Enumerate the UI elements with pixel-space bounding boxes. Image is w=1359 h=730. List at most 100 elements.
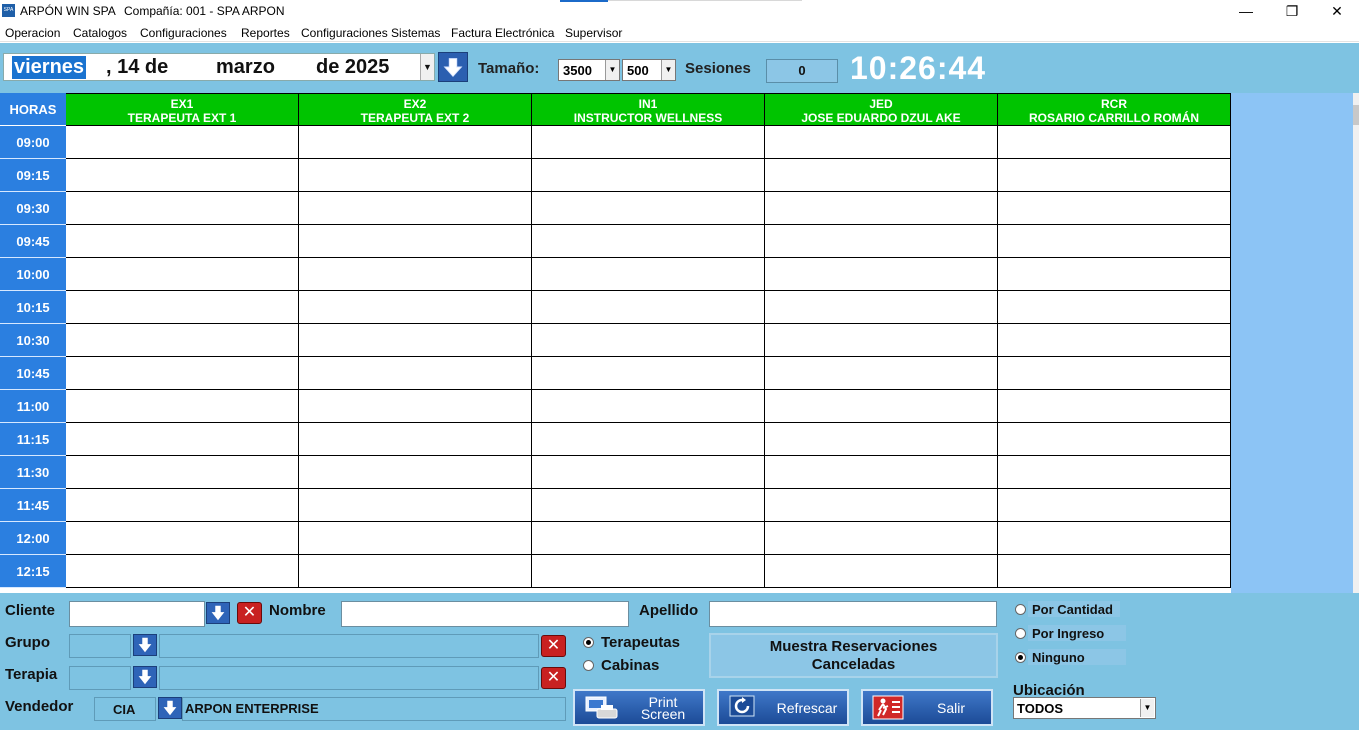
- schedule-slot[interactable]: [66, 159, 299, 192]
- ninguno-radio[interactable]: [1015, 652, 1026, 663]
- column-header[interactable]: EX1 TERAPEUTA EXT 1: [66, 93, 299, 126]
- schedule-slot[interactable]: [765, 258, 998, 291]
- schedule-slot[interactable]: [299, 357, 532, 390]
- schedule-slot[interactable]: [532, 192, 765, 225]
- schedule-slot[interactable]: [532, 489, 765, 522]
- schedule-slot[interactable]: [998, 522, 1231, 555]
- schedule-slot[interactable]: [299, 159, 532, 192]
- schedule-slot[interactable]: [532, 159, 765, 192]
- schedule-slot[interactable]: [998, 126, 1231, 159]
- schedule-slot[interactable]: [532, 390, 765, 423]
- grupo-search-button[interactable]: [133, 634, 157, 656]
- schedule-slot[interactable]: [765, 390, 998, 423]
- column-header[interactable]: EX2 TERAPEUTA EXT 2: [299, 93, 532, 126]
- schedule-slot[interactable]: [765, 291, 998, 324]
- schedule-slot[interactable]: [532, 291, 765, 324]
- date-year[interactable]: de 2025: [316, 56, 389, 79]
- column-header[interactable]: IN1 INSTRUCTOR WELLNESS: [532, 93, 765, 126]
- date-weekday[interactable]: viernes: [12, 56, 87, 79]
- schedule-slot[interactable]: [765, 489, 998, 522]
- schedule-slot[interactable]: [765, 456, 998, 489]
- schedule-slot[interactable]: [765, 555, 998, 588]
- por-ingreso-radio[interactable]: [1015, 628, 1026, 639]
- date-day[interactable]: , 14 de: [106, 56, 168, 79]
- schedule-slot[interactable]: [299, 390, 532, 423]
- cabinas-label[interactable]: Cabinas: [601, 657, 659, 674]
- schedule-slot[interactable]: [765, 192, 998, 225]
- schedule-slot[interactable]: [532, 225, 765, 258]
- salir-button[interactable]: Salir: [861, 689, 993, 726]
- schedule-slot[interactable]: [998, 357, 1231, 390]
- schedule-slot[interactable]: [299, 456, 532, 489]
- schedule-slot[interactable]: [998, 225, 1231, 258]
- date-month[interactable]: marzo: [216, 56, 275, 79]
- menu-supervisor[interactable]: Supervisor: [565, 26, 622, 40]
- chevron-down-icon[interactable]: ▼: [1140, 699, 1154, 717]
- schedule-slot[interactable]: [532, 522, 765, 555]
- schedule-slot[interactable]: [66, 126, 299, 159]
- vertical-scrollbar[interactable]: [1353, 93, 1359, 593]
- schedule-slot[interactable]: [532, 456, 765, 489]
- schedule-slot[interactable]: [532, 324, 765, 357]
- por-ingreso-label[interactable]: Por Ingreso: [1032, 626, 1104, 641]
- schedule-slot[interactable]: [765, 423, 998, 456]
- schedule-slot[interactable]: [299, 324, 532, 357]
- restore-button[interactable]: ❐: [1269, 0, 1315, 22]
- schedule-slot[interactable]: [765, 225, 998, 258]
- schedule-slot[interactable]: [66, 555, 299, 588]
- schedule-slot[interactable]: [66, 423, 299, 456]
- schedule-slot[interactable]: [765, 159, 998, 192]
- column-header[interactable]: JED JOSE EDUARDO DZUL AKE: [765, 93, 998, 126]
- cliente-input[interactable]: [69, 601, 205, 627]
- schedule-slot[interactable]: [998, 456, 1231, 489]
- terapia-code-field[interactable]: [69, 666, 131, 690]
- por-cantidad-radio[interactable]: [1015, 604, 1026, 615]
- tamano-width-select[interactable]: 3500 ▼: [558, 59, 620, 81]
- vendedor-search-button[interactable]: [158, 697, 182, 719]
- terapeutas-radio[interactable]: [583, 637, 594, 648]
- menu-configuraciones-sistemas[interactable]: Configuraciones Sistemas: [301, 26, 440, 40]
- chevron-down-icon[interactable]: ▼: [605, 60, 619, 80]
- schedule-slot[interactable]: [765, 357, 998, 390]
- cliente-search-button[interactable]: [206, 602, 230, 624]
- ninguno-label[interactable]: Ninguno: [1032, 650, 1085, 665]
- close-button[interactable]: ✕: [1314, 0, 1359, 22]
- schedule-slot[interactable]: [765, 126, 998, 159]
- date-dropdown-icon[interactable]: ▼: [420, 54, 434, 80]
- schedule-slot[interactable]: [299, 423, 532, 456]
- schedule-slot[interactable]: [299, 555, 532, 588]
- apellido-input[interactable]: [709, 601, 997, 627]
- menu-factura-electronica[interactable]: Factura Electrónica: [451, 26, 554, 40]
- chevron-down-icon[interactable]: ▼: [661, 60, 675, 80]
- schedule-slot[interactable]: [998, 555, 1231, 588]
- schedule-slot[interactable]: [66, 258, 299, 291]
- date-picker[interactable]: viernes , 14 de marzo de 2025 ▼: [3, 53, 435, 81]
- schedule-slot[interactable]: [998, 258, 1231, 291]
- schedule-slot[interactable]: [998, 159, 1231, 192]
- schedule-slot[interactable]: [532, 258, 765, 291]
- tamano-height-select[interactable]: 500 ▼: [622, 59, 676, 81]
- muestra-canceladas-button[interactable]: Muestra Reservaciones Canceladas: [709, 633, 998, 678]
- terapeutas-label[interactable]: Terapeutas: [601, 634, 680, 651]
- schedule-slot[interactable]: [66, 192, 299, 225]
- terapia-clear-button[interactable]: ✕: [541, 667, 566, 689]
- schedule-slot[interactable]: [299, 126, 532, 159]
- schedule-slot[interactable]: [66, 225, 299, 258]
- ubicacion-select[interactable]: TODOS ▼: [1013, 697, 1156, 719]
- scrollbar-thumb[interactable]: [1353, 105, 1359, 125]
- schedule-slot[interactable]: [998, 324, 1231, 357]
- schedule-slot[interactable]: [66, 324, 299, 357]
- schedule-slot[interactable]: [765, 522, 998, 555]
- schedule-slot[interactable]: [532, 126, 765, 159]
- schedule-slot[interactable]: [299, 522, 532, 555]
- schedule-slot[interactable]: [299, 192, 532, 225]
- schedule-slot[interactable]: [765, 324, 998, 357]
- schedule-slot[interactable]: [299, 291, 532, 324]
- schedule-slot[interactable]: [998, 423, 1231, 456]
- schedule-slot[interactable]: [998, 291, 1231, 324]
- grupo-code-field[interactable]: [69, 634, 131, 658]
- column-header[interactable]: RCR ROSARIO CARRILLO ROMÁN: [998, 93, 1231, 126]
- schedule-slot[interactable]: [998, 489, 1231, 522]
- terapia-search-button[interactable]: [133, 666, 157, 688]
- schedule-slot[interactable]: [532, 555, 765, 588]
